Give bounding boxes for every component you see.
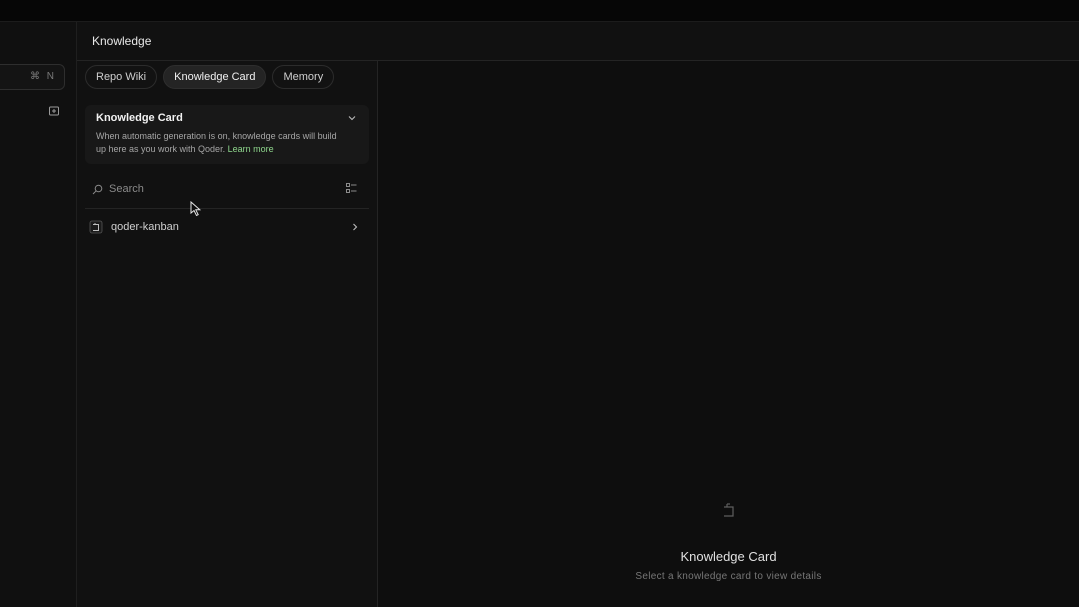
list-item[interactable]: qoder-kanban [85, 215, 369, 239]
panel-title: Knowledge [92, 34, 152, 48]
title-bar [0, 0, 1079, 22]
mouse-pointer-icon [190, 201, 202, 217]
tab-repo-wiki[interactable]: Repo Wiki [85, 65, 158, 89]
left-sidebar: ⌘ N [0, 22, 77, 607]
new-chat-button[interactable]: ⌘ N [0, 64, 65, 90]
info-card-text: When automatic generation is on, knowled… [96, 131, 337, 154]
learn-more-link[interactable]: Learn more [228, 144, 274, 154]
empty-state: Knowledge Card Select a knowledge card t… [378, 501, 1079, 582]
empty-state-title: Knowledge Card [680, 549, 777, 564]
search-input[interactable] [107, 182, 331, 196]
tab-knowledge-card[interactable]: Knowledge Card [163, 65, 267, 89]
info-card-title: Knowledge Card [96, 112, 183, 124]
search-icon [92, 184, 103, 194]
detail-pane: Knowledge Card Select a knowledge card t… [378, 61, 1079, 607]
tab-memory[interactable]: Memory [272, 65, 335, 89]
search-bar [85, 176, 369, 209]
info-card-description: When automatic generation is on, knowled… [96, 130, 346, 156]
knowledge-card-icon [723, 503, 734, 517]
knowledge-list-column: Repo Wiki Knowledge Card Memory Knowledg… [77, 61, 378, 607]
filter-icon[interactable] [346, 183, 357, 194]
new-chat-shortcut: ⌘ N [30, 71, 56, 82]
repo-label: qoder-kanban [111, 221, 179, 233]
tab-bar: Repo Wiki Knowledge Card Memory [77, 61, 377, 89]
folder-plus-icon[interactable] [49, 106, 59, 116]
chevron-down-icon[interactable] [347, 113, 357, 123]
empty-state-subtitle: Select a knowledge card to view details [635, 571, 822, 582]
chevron-right-icon [353, 223, 358, 231]
knowledge-panel: Knowledge Repo Wiki Knowledge Card Memor… [77, 22, 1079, 607]
panel-header: Knowledge [77, 22, 1079, 61]
knowledge-card-info: Knowledge Card When automatic generation… [85, 105, 369, 164]
repo-card-icon [89, 220, 103, 234]
